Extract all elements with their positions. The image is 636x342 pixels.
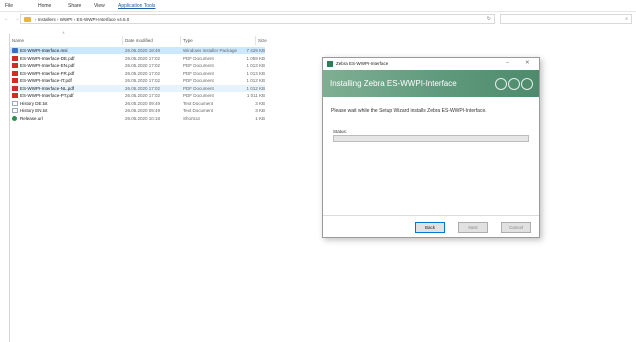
file-size: 1 013 KB — [246, 63, 265, 68]
pdf-file-icon — [12, 93, 18, 98]
product-logo-icon — [495, 78, 533, 90]
file-date: 26.05.2020 10:18 — [125, 115, 161, 121]
file-row[interactable]: History DE.txt 26.05.2020 09:49 Text Docum… — [10, 100, 265, 107]
address-row: ← → ↑ › Installers › WWPI › ES-WWPI-Inte… — [0, 13, 636, 25]
file-type: Windows Installer Package — [183, 48, 238, 53]
file-row[interactable]: ES-WWPI-Interface.msi 26.05.2020 18:49 Win… — [10, 47, 265, 54]
file-date: 26.05.2020 17:02 — [125, 85, 161, 91]
file-type: PDF Document — [183, 78, 214, 83]
file-name: ES-WWPI-Interface-DE.pdf — [20, 55, 75, 61]
file-name: History EN.txt — [20, 108, 48, 113]
column-header-date[interactable]: Date modified — [125, 38, 153, 43]
minimize-button[interactable]: – — [506, 60, 509, 66]
breadcrumb[interactable]: › Installers › WWPI › ES-WWPI-Interface … — [35, 17, 129, 22]
ribbon: File Home Share View Application Tools — [0, 0, 636, 12]
file-name: ES-WWPI-Interface-EN.pdf — [20, 63, 75, 68]
file-date: 26.05.2020 09:49 — [125, 100, 161, 106]
file-date: 26.05.2020 17:02 — [125, 55, 161, 61]
file-row[interactable]: ES-WWPI-Interface-NL.pdf 26.05.2020 17:02… — [10, 84, 265, 92]
folder-icon — [24, 17, 31, 22]
tab-view[interactable]: View — [94, 3, 105, 9]
status-label: Status: — [333, 129, 348, 134]
file-type: PDF Document — [183, 70, 214, 76]
sort-ascending-icon: ∧ — [62, 30, 65, 35]
text-file-icon — [12, 100, 18, 106]
search-input[interactable]: ⌕ — [500, 14, 632, 24]
install-progress-bar — [333, 135, 529, 142]
tab-share[interactable]: Share — [68, 3, 81, 9]
file-size: 1 059 KB — [246, 55, 265, 61]
back-button[interactable]: Back — [415, 222, 445, 233]
column-divider[interactable] — [180, 36, 181, 45]
file-size: 3 KB — [255, 100, 265, 106]
file-size: 3 KB — [255, 108, 265, 113]
file-row[interactable]: Release.url 26.05.2020 10:18 Shortcut 1 KB — [10, 115, 265, 122]
pdf-file-icon — [12, 55, 18, 61]
installer-file-icon — [12, 48, 18, 53]
file-size: 1 012 KB — [246, 78, 265, 83]
file-row[interactable]: ES-WWPI-Interface-FR.pdf 26.05.2020 17:02… — [10, 70, 265, 77]
file-type: PDF Document — [183, 63, 214, 68]
file-date: 26.05.2020 18:49 — [125, 48, 161, 53]
file-type: PDF Document — [183, 93, 214, 98]
install-status-message: Please wait while the Setup Wizard insta… — [331, 108, 487, 114]
file-row[interactable]: ES-WWPI-Interface-PT.pdf 26.05.2020 17:02… — [10, 92, 265, 99]
next-button[interactable]: Next — [458, 222, 488, 233]
file-size: 1 KB — [255, 115, 265, 121]
installer-dialog: Zebra ES-WWPI-Interface – ✕ Installing Z… — [322, 57, 540, 238]
pdf-file-icon — [12, 78, 18, 83]
file-type: PDF Document — [183, 85, 214, 91]
dialog-banner: Installing Zebra ES-WWPI-Interface — [323, 70, 539, 97]
pdf-file-icon — [12, 63, 18, 68]
refresh-icon[interactable]: ↻ — [487, 16, 491, 22]
column-divider[interactable] — [122, 36, 123, 45]
file-date: 26.05.2020 09:49 — [125, 108, 161, 113]
column-divider[interactable] — [255, 36, 256, 45]
tab-file[interactable]: File — [5, 3, 13, 9]
file-size: 1 013 KB — [246, 70, 265, 76]
banner-title: Installing Zebra ES-WWPI-Interface — [330, 79, 457, 88]
tab-home[interactable]: Home — [38, 3, 51, 9]
file-name: ES-WWPI-Interface-IT.pdf — [20, 78, 72, 83]
file-size: 1 011 KB — [246, 93, 265, 98]
file-row[interactable]: History EN.txt 26.05.2020 09:49 Text Docum… — [10, 107, 265, 114]
text-file-icon — [12, 108, 18, 113]
file-type: PDF Document — [183, 55, 214, 61]
tab-application-tools[interactable]: Application Tools — [118, 3, 155, 9]
address-bar[interactable]: › Installers › WWPI › ES-WWPI-Interface … — [20, 14, 495, 24]
pdf-file-icon — [12, 85, 18, 91]
file-row[interactable]: ES-WWPI-Interface-IT.pdf 26.05.2020 17:02… — [10, 77, 265, 84]
dialog-title: Zebra ES-WWPI-Interface — [336, 61, 389, 66]
file-name: ES-WWPI-Interface.msi — [20, 48, 68, 53]
installer-app-icon — [327, 61, 333, 67]
file-row[interactable]: ES-WWPI-Interface-DE.pdf 26.05.2020 17:02… — [10, 55, 265, 62]
file-date: 26.05.2020 17:02 — [125, 70, 161, 76]
file-date: 26.05.2020 17:02 — [125, 63, 161, 68]
file-size: 7 429 KB — [246, 48, 265, 53]
file-type: Text Document — [183, 100, 214, 106]
file-row[interactable]: ES-WWPI-Interface-EN.pdf 26.05.2020 17:02… — [10, 62, 265, 69]
file-type: Text Document — [183, 108, 214, 113]
column-header-size[interactable]: Size — [258, 38, 267, 43]
file-name: ES-WWPI-Interface-PT.pdf — [20, 93, 74, 98]
file-name: Release.url — [20, 115, 43, 121]
pdf-file-icon — [12, 70, 18, 76]
dialog-titlebar[interactable]: Zebra ES-WWPI-Interface – ✕ — [323, 58, 539, 70]
dialog-footer-divider — [323, 215, 539, 216]
file-date: 26.05.2020 17:02 — [125, 93, 161, 98]
file-size: 1 012 KB — [246, 85, 265, 91]
cancel-button[interactable]: Cancel — [501, 222, 531, 233]
close-button[interactable]: ✕ — [525, 60, 530, 66]
shortcut-icon — [12, 115, 17, 121]
file-name: ES-WWPI-Interface-NL.pdf — [20, 85, 75, 91]
file-name: History DE.txt — [20, 100, 48, 106]
file-type: Shortcut — [183, 115, 200, 121]
file-date: 26.05.2020 17:02 — [125, 78, 161, 83]
search-icon: ⌕ — [625, 16, 628, 22]
file-list: ∧ Name Date modified Type Size ES-WWPI-I… — [0, 27, 300, 342]
column-header-type[interactable]: Type — [183, 38, 193, 43]
column-header-name[interactable]: Name — [12, 38, 24, 43]
file-name: ES-WWPI-Interface-FR.pdf — [20, 70, 75, 76]
